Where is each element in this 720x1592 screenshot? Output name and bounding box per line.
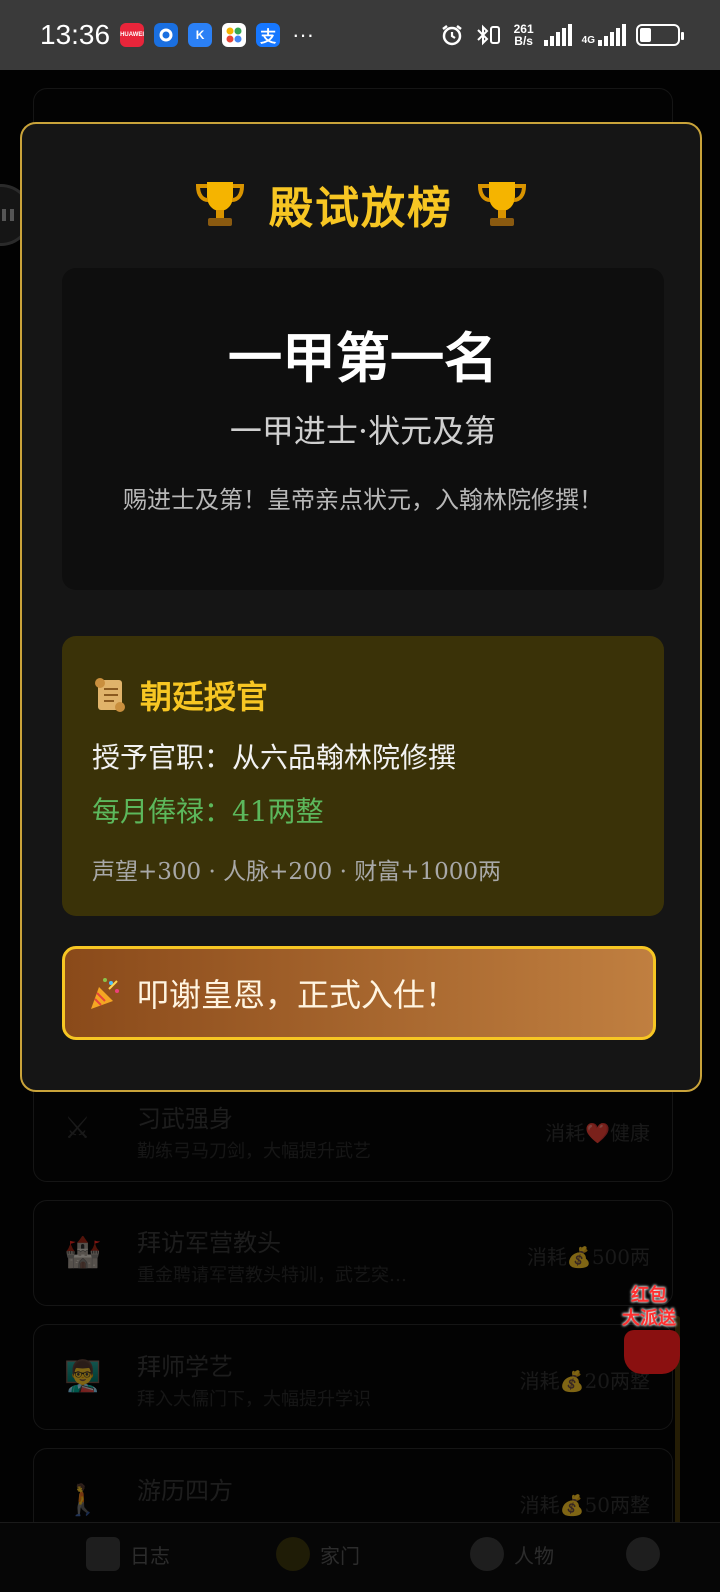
cellular-signal-icon: 4G [582, 24, 626, 46]
notebook-icon [86, 1537, 120, 1571]
confirm-button-label: 叩谢皇恩，正式入仕！ [137, 976, 458, 1014]
k-app-icon: K [188, 23, 213, 47]
tab-label: 日志 [130, 1543, 170, 1568]
bluetooth-vibrate-icon [476, 24, 500, 46]
battery-icon [636, 24, 684, 46]
home-icon [276, 1537, 310, 1571]
trophy-icon [477, 182, 527, 226]
appointment-title: 朝廷授官 [140, 678, 269, 716]
rank-panel: 一甲第一名 一甲进士·状元及第 赐进士及第！皇帝亲点状元，入翰林院修撰！ [62, 268, 664, 590]
bottom-tab-bar: 日志 家门 人物 [0, 1522, 720, 1592]
status-bar: 13:36 HUAWEI K 支 ··· 261 B/s 4G [0, 0, 720, 70]
tab-label: 人物 [514, 1543, 554, 1568]
official-position: 授予官职：从六品翰林院修撰 [92, 741, 457, 774]
network-speed: 261 B/s [513, 22, 534, 48]
rank-description: 赐进士及第！皇帝亲点状元，入翰林院修撰！ [123, 486, 603, 514]
monthly-salary: 每月俸禄：41两整 [92, 795, 324, 828]
tab-log[interactable]: 日志 [86, 1537, 170, 1571]
huawei-app-icon: HUAWEI [120, 23, 145, 47]
confirm-enter-office-button[interactable]: 叩谢皇恩，正式入仕！ [62, 946, 656, 1040]
circle-app-icon [154, 23, 179, 47]
alarm-icon [441, 25, 462, 46]
party-popper-icon [91, 978, 119, 1009]
rank-subtitle: 一甲进士·状元及第 [229, 412, 497, 450]
red-packet-promo[interactable]: 红包 大派送 [614, 1284, 688, 1376]
tab-label: 家门 [320, 1543, 360, 1568]
rank-title: 一甲第一名 [228, 326, 498, 390]
red-packet-bag-icon [624, 1330, 680, 1374]
trophy-icon [195, 182, 245, 226]
scroll-icon [95, 678, 125, 712]
exam-result-dialog: 殿试放榜 一甲第一名 一甲进士·状元及第 赐进士及第！皇帝亲点状元，入翰林院修撰… [20, 122, 702, 1092]
dialog-header: 殿试放榜 [22, 172, 700, 236]
reward-stats: 声望+300 · 人脉+200 · 财富+1000两 [92, 859, 502, 885]
appointment-header: 朝廷授官 [92, 672, 268, 718]
tab-home[interactable]: 家门 [276, 1537, 360, 1571]
alipay-app-icon: 支 [256, 23, 281, 47]
tab-character[interactable]: 人物 [470, 1537, 554, 1571]
appointment-panel: 朝廷授官 授予官职：从六品翰林院修撰 每月俸禄：41两整 声望+300 · 人脉… [62, 636, 664, 916]
status-time: 13:36 [40, 19, 111, 50]
puzzle-app-icon [222, 23, 247, 47]
wifi-signal-icon [543, 24, 572, 46]
person-icon [470, 1537, 504, 1571]
tab-settings[interactable] [626, 1537, 660, 1571]
more-notifications-icon: ··· [292, 22, 315, 47]
gear-icon [626, 1537, 660, 1571]
red-packet-text: 红包 大派送 [622, 1285, 676, 1329]
dialog-title: 殿试放榜 [269, 183, 453, 234]
